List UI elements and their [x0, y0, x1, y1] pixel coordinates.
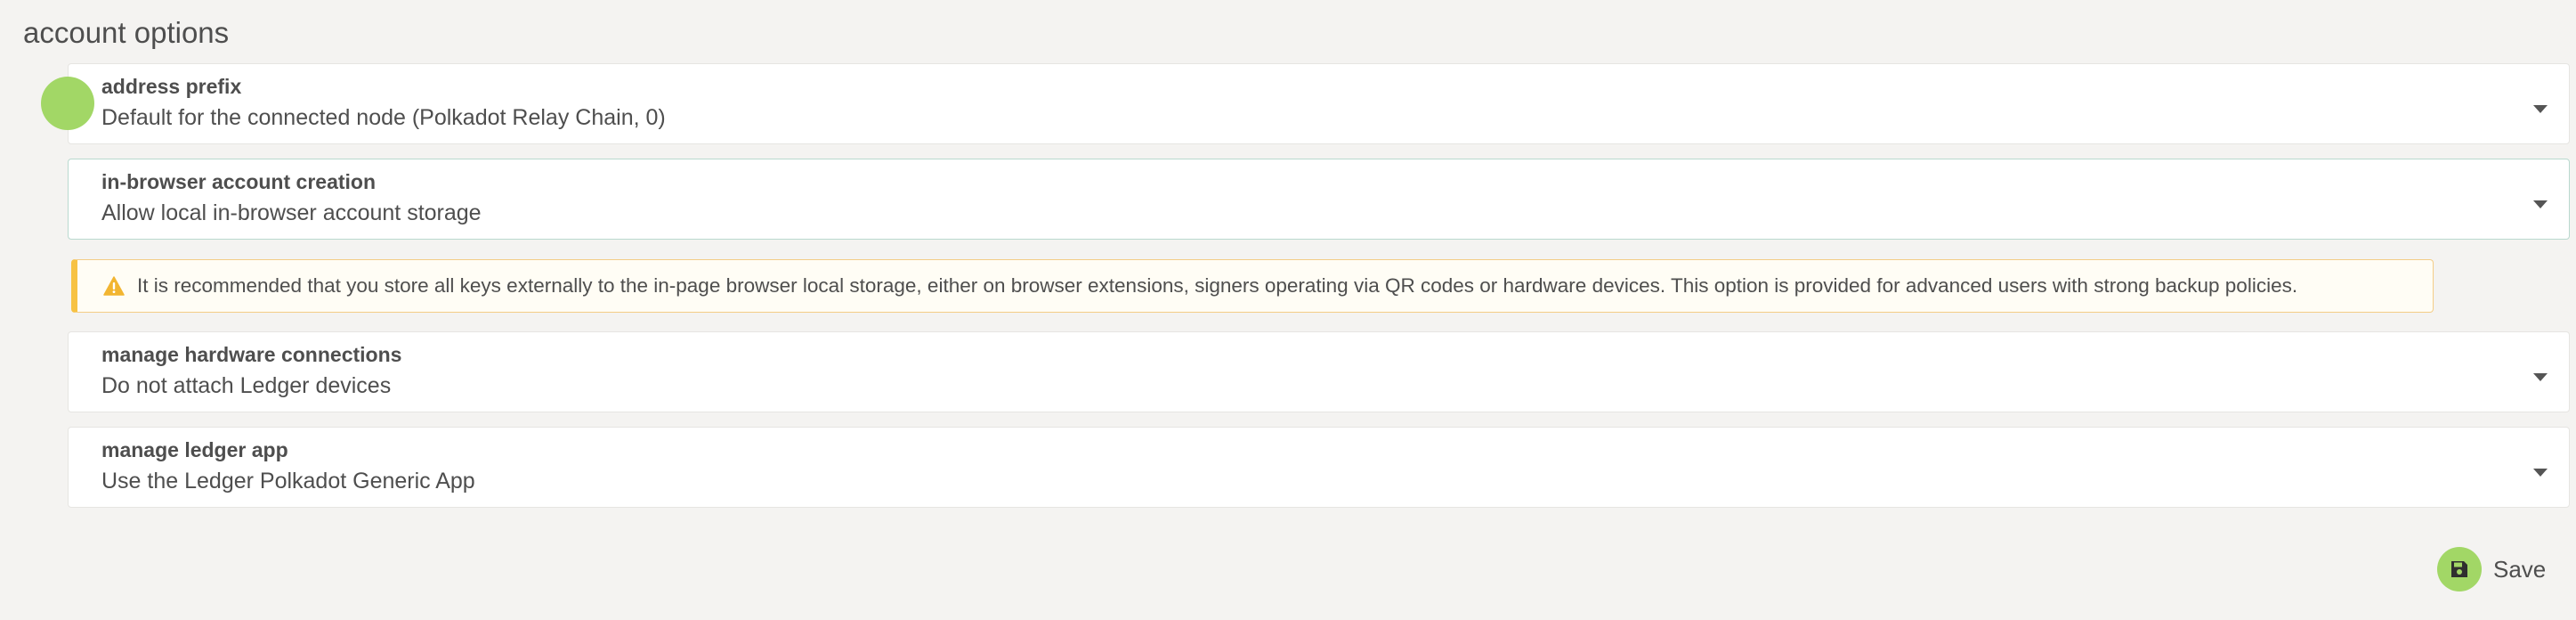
- chevron-down-icon: [2533, 468, 2548, 477]
- save-button[interactable]: Save: [2437, 547, 2546, 591]
- account-creation-dropdown[interactable]: in-browser account creation Allow local …: [68, 159, 2570, 240]
- status-indicator: [41, 77, 94, 130]
- warning-text: It is recommended that you store all key…: [137, 274, 2298, 297]
- address-prefix-label: address prefix: [101, 75, 242, 98]
- account-creation-label: in-browser account creation: [101, 170, 377, 193]
- storage-warning: It is recommended that you store all key…: [71, 259, 2434, 313]
- warning-triangle-icon: [103, 276, 125, 296]
- chevron-down-icon: [2533, 372, 2548, 381]
- address-prefix-value: Default for the connected node (Polkadot…: [101, 105, 666, 130]
- ledger-app-value: Use the Ledger Polkadot Generic App: [101, 469, 475, 494]
- address-prefix-dropdown[interactable]: address prefix Default for the connected…: [68, 63, 2570, 144]
- hardware-connections-value: Do not attach Ledger devices: [101, 373, 392, 398]
- ledger-app-label: manage ledger app: [101, 438, 288, 461]
- hardware-connections-label: manage hardware connections: [101, 343, 402, 366]
- account-creation-value: Allow local in-browser account storage: [101, 200, 482, 225]
- chevron-down-icon: [2533, 200, 2548, 208]
- chevron-down-icon: [2533, 104, 2548, 113]
- floppy-disk-icon: [2437, 547, 2482, 591]
- save-label: Save: [2493, 556, 2547, 583]
- hardware-connections-dropdown[interactable]: manage hardware connections Do not attac…: [68, 331, 2570, 412]
- ledger-app-dropdown[interactable]: manage ledger app Use the Ledger Polkado…: [68, 427, 2570, 508]
- page-title: account options: [23, 16, 230, 49]
